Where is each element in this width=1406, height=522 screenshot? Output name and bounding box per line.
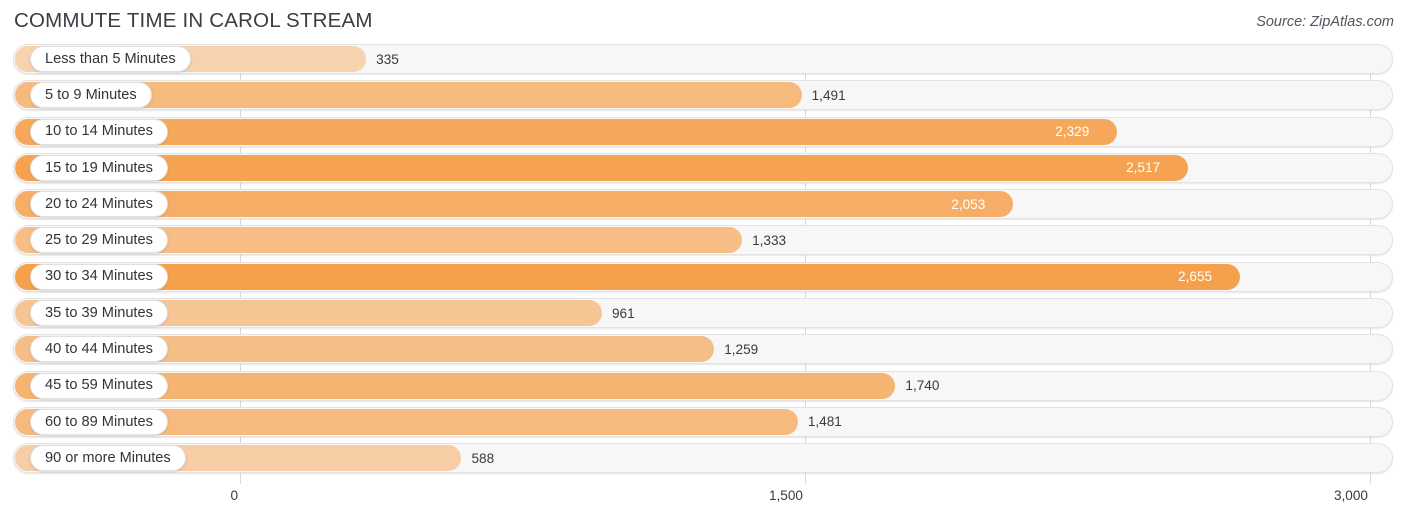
x-axis: 0 1,500 3,000 <box>0 484 1406 522</box>
category-label-pill: 30 to 34 Minutes <box>30 263 168 290</box>
category-label-pill: 35 to 39 Minutes <box>30 300 168 327</box>
category-label-pill: 40 to 44 Minutes <box>30 336 168 363</box>
bar-row[interactable]: 20 to 24 Minutes 2,053 <box>0 189 1406 220</box>
category-label: 15 to 19 Minutes <box>45 159 153 176</box>
category-label-pill: 15 to 19 Minutes <box>30 154 168 181</box>
bar-row[interactable]: 40 to 44 Minutes 1,259 <box>0 334 1406 365</box>
source-attribution: Source: ZipAtlas.com <box>1256 14 1394 30</box>
page-title: COMMUTE TIME IN CAROL STREAM <box>14 9 373 32</box>
bar-value-label: 961 <box>611 305 635 321</box>
bar-value-label: 2,655 <box>1178 269 1213 285</box>
bar-value-label: 1,740 <box>905 378 940 394</box>
bar-row[interactable]: 30 to 34 Minutes 2,655 <box>0 261 1406 292</box>
category-label-pill: Less than 5 Minutes <box>30 46 191 72</box>
bar-value-label: 1,333 <box>752 232 787 248</box>
category-label: 25 to 29 Minutes <box>45 232 153 249</box>
category-label-pill: 10 to 14 Minutes <box>30 118 168 145</box>
category-label-pill: 60 to 89 Minutes <box>30 408 168 435</box>
category-label: 90 or more Minutes <box>45 449 171 466</box>
category-label: 35 to 39 Minutes <box>45 304 153 321</box>
axis-tick-label: 3,000 <box>1333 488 1368 503</box>
bar-row[interactable]: 35 to 39 Minutes 961 <box>0 298 1406 329</box>
bar <box>15 118 1118 145</box>
chart-plot-area: Less than 5 Minutes 335 5 to 9 Minutes 1,49… <box>0 44 1406 484</box>
bar-value-label: 588 <box>471 450 495 466</box>
bar-row[interactable]: 10 to 14 Minutes 2,329 <box>0 116 1406 147</box>
bar-value-label: 1,481 <box>807 414 842 430</box>
bar <box>15 154 1189 181</box>
axis-tick-label: 0 <box>230 488 238 503</box>
bar-value-label: 2,053 <box>951 196 986 212</box>
category-label: 45 to 59 Minutes <box>45 377 153 394</box>
bar-value-label: 1,259 <box>724 341 759 357</box>
category-label-pill: 20 to 24 Minutes <box>30 191 168 218</box>
axis-tick-label: 1,500 <box>768 488 803 503</box>
category-label-pill: 45 to 59 Minutes <box>30 372 168 399</box>
category-label-pill: 25 to 29 Minutes <box>30 227 168 254</box>
category-label: 30 to 34 Minutes <box>45 268 153 285</box>
bar-value-label: 1,491 <box>811 87 846 103</box>
category-label: 20 to 24 Minutes <box>45 195 153 212</box>
bar-value-label: 2,329 <box>1055 124 1090 140</box>
bar <box>15 263 1241 290</box>
bar-row[interactable]: 25 to 29 Minutes 1,333 <box>0 225 1406 256</box>
bar-row[interactable]: 90 or more Minutes 588 <box>0 443 1406 474</box>
category-label: Less than 5 Minutes <box>45 50 176 67</box>
bar-value-label: 335 <box>376 51 399 67</box>
category-label: 60 to 89 Minutes <box>45 413 153 430</box>
bar-row[interactable]: 15 to 19 Minutes 2,517 <box>0 152 1406 183</box>
bar-row[interactable]: 60 to 89 Minutes 1,481 <box>0 406 1406 437</box>
bar-value-label: 2,517 <box>1126 160 1161 176</box>
category-label-pill: 5 to 9 Minutes <box>30 82 152 109</box>
category-label: 10 to 14 Minutes <box>45 123 153 140</box>
bar-rows: Less than 5 Minutes 335 5 to 9 Minutes 1,49… <box>0 44 1406 480</box>
category-label-pill: 90 or more Minutes <box>30 445 186 472</box>
bar-row[interactable]: 5 to 9 Minutes 1,491 <box>0 80 1406 111</box>
bar-row[interactable]: Less than 5 Minutes 335 <box>0 44 1406 74</box>
chart-header: COMMUTE TIME IN CAROL STREAM Source: Zip… <box>0 0 1406 44</box>
category-label: 40 to 44 Minutes <box>45 341 153 358</box>
bar-row[interactable]: 45 to 59 Minutes 1,740 <box>0 370 1406 401</box>
category-label: 5 to 9 Minutes <box>45 87 137 103</box>
